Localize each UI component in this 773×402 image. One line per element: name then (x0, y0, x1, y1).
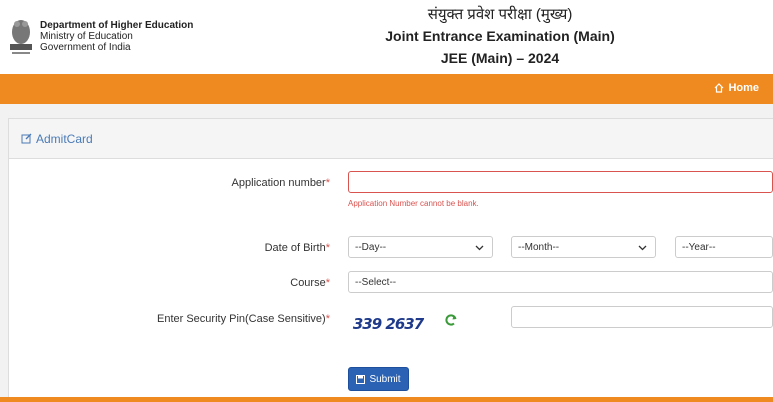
year-select[interactable]: --Year-- (675, 236, 773, 258)
required-mark: * (325, 242, 330, 254)
department-block: Department of Higher Education Ministry … (40, 20, 193, 53)
day-select[interactable]: --Day-- (348, 236, 493, 258)
panel-heading: AdmitCard (9, 119, 773, 159)
save-icon (356, 374, 366, 384)
dob-label: Date of Birth* (264, 242, 330, 254)
ministry-name: Ministry of Education (40, 31, 133, 42)
home-link[interactable]: Home (714, 82, 759, 94)
required-mark: * (325, 313, 330, 325)
submit-button[interactable]: Submit (348, 367, 409, 391)
header: Department of Higher Education Ministry … (0, 0, 773, 74)
govt-name: Government of India (40, 42, 131, 53)
chevron-down-icon (638, 245, 647, 250)
title-hindi: संयुक्त प्रवेश परीक्षा (मुख्य) (427, 6, 573, 23)
title-english: Joint Entrance Examination (Main) (385, 28, 615, 44)
submit-label: Submit (369, 373, 401, 385)
captcha-image: 339 2637 (347, 305, 429, 343)
refresh-icon[interactable] (444, 313, 458, 327)
edit-icon (21, 133, 32, 144)
exam-titles: संयुक्त प्रवेश परीक्षा (मुख्य) Joint Ent… (330, 5, 670, 69)
national-emblem-icon (10, 20, 32, 54)
dept-name: Department of Higher Education (40, 20, 194, 31)
home-icon (715, 83, 724, 93)
day-select-value: --Day-- (355, 241, 387, 253)
course-label: Course* (290, 277, 330, 289)
required-mark: * (325, 277, 330, 289)
footer-bar (0, 397, 773, 402)
title-year: JEE (Main) – 2024 (440, 50, 560, 66)
security-pin-input[interactable] (511, 306, 773, 328)
application-number-input[interactable] (348, 171, 773, 193)
home-label: Home (728, 82, 759, 94)
application-number-error: Application Number cannot be blank. (348, 199, 479, 208)
year-select-value: --Year-- (682, 241, 716, 253)
panel-title: AdmitCard (36, 131, 93, 146)
security-pin-label: Enter Security Pin(Case Sensitive)* (156, 313, 330, 325)
required-mark: * (325, 177, 330, 189)
chevron-down-icon (475, 245, 484, 250)
application-number-label: Application number* (231, 177, 330, 189)
month-select-value: --Month-- (518, 241, 560, 253)
month-select[interactable]: --Month-- (511, 236, 656, 258)
navbar: Home (0, 74, 773, 104)
course-select[interactable]: --Select-- (348, 271, 773, 293)
admitcard-panel: AdmitCard (8, 118, 773, 402)
